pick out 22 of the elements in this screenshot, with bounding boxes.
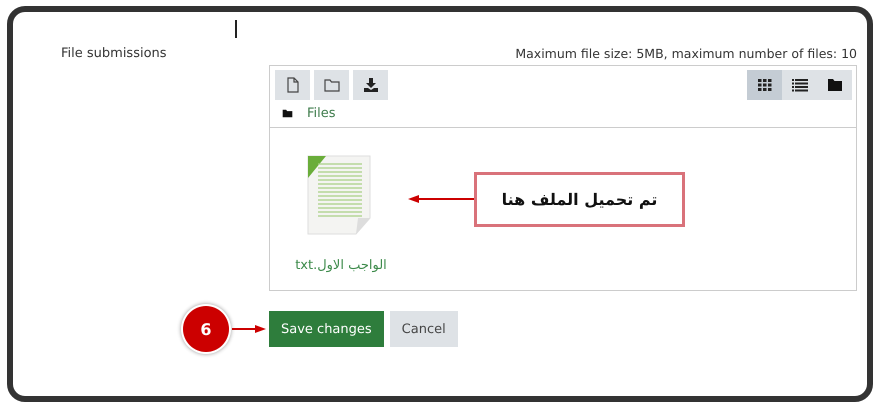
- field-label: File submissions: [61, 46, 167, 61]
- page-icon: [286, 77, 300, 93]
- path-link[interactable]: Files: [307, 106, 336, 121]
- folder-icon: [282, 109, 293, 118]
- file-name[interactable]: الواجب الاول.txt: [295, 258, 387, 273]
- grid-view-button[interactable]: [747, 70, 782, 100]
- arrow: [232, 324, 266, 334]
- add-file-button[interactable]: [275, 70, 310, 100]
- save-button[interactable]: Save changes: [269, 311, 384, 347]
- list-icon: [792, 78, 808, 92]
- folder-icon: [826, 78, 842, 92]
- callout-text: تم تحميل الملف هنا: [474, 172, 685, 227]
- new-folder-button[interactable]: [314, 70, 349, 100]
- step-badge: 6: [183, 306, 229, 352]
- limits-text: Maximum file size: 5MB, maximum number of files: 10: [515, 46, 857, 61]
- grid-icon: [758, 78, 772, 92]
- download-icon: [362, 77, 378, 93]
- download-button[interactable]: [353, 70, 388, 100]
- cursor-mark: [235, 20, 237, 38]
- arrow: [408, 194, 474, 204]
- cancel-button[interactable]: Cancel: [390, 311, 458, 347]
- folder-icon: [324, 78, 340, 92]
